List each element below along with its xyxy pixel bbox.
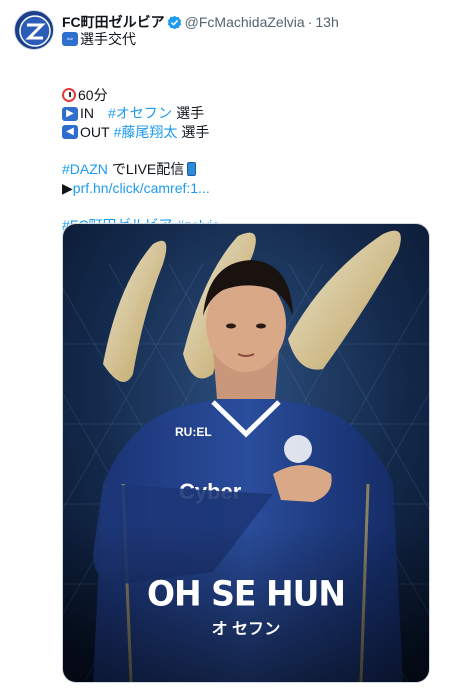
tweet-line-link: ▶ prf.hn/click/camref:1... [62,179,457,198]
timestamp[interactable]: 13h [315,14,338,30]
hashtag-link[interactable]: #藤尾翔太 [114,123,178,142]
live-stream-text: でLIVE配信 [111,161,185,178]
swap-arrows-icon: ⇔ [62,32,78,47]
tweet-line-substitution: ⇔ 選手交代 [62,30,457,49]
tweet-line-in: ▶ IN #オセフン 選手 [62,104,457,123]
hashtag-link[interactable]: #DAZN [62,160,108,179]
player-name-jp: オ セフン [211,621,281,638]
club-crest-icon [16,12,53,49]
player-name-en: OH SE HUN [147,573,346,614]
jersey-brand-text: RU:EL [175,425,212,439]
tweet-line-minute: 60分 [62,86,457,105]
tweet-line-out: ◀ OUT #藤尾翔太 選手 [62,123,457,142]
avatar[interactable] [14,10,54,50]
alarm-clock-icon [62,88,76,103]
separator-dot: · [307,14,313,30]
play-left-icon: ◀ [62,125,78,140]
verified-badge-icon [167,15,181,29]
display-name[interactable]: FC町田ゼルビア [62,12,165,32]
player-suffix-text: 選手 [181,123,210,140]
mobile-phone-icon [187,162,197,177]
out-label: OUT [80,123,110,140]
tweet-text: ⇔ 選手交代 60分 ▶ IN #オセフン 選手 ◀ OUT #藤尾翔太 選手 … [62,30,457,235]
external-link[interactable]: prf.hn/click/camref:1... [73,179,210,198]
tweet-card[interactable]: FC町田ゼルビア @FcMachidaZelvia · 13h ⇔ 選手交代 6… [0,0,473,695]
play-arrow-icon: ▶ [62,179,73,196]
minute-text: 60分 [78,86,108,103]
tweet-line-dazn: #DAZN でLIVE配信 [62,160,457,179]
play-right-icon: ▶ [62,106,78,121]
tweet-header: FC町田ゼルビア @FcMachidaZelvia · 13h [62,12,339,32]
in-label: IN [80,105,94,122]
player-suffix-text: 選手 [176,105,205,122]
user-handle[interactable]: @FcMachidaZelvia [185,14,305,30]
substitution-text: 選手交代 [80,31,136,47]
tweet-media-image[interactable]: RU:EL Cyber OH SE HUN オ セフン [62,223,430,683]
hashtag-link[interactable]: #オセフン [108,104,172,123]
player-name-overlay: OH SE HUN オ セフン [63,573,429,639]
